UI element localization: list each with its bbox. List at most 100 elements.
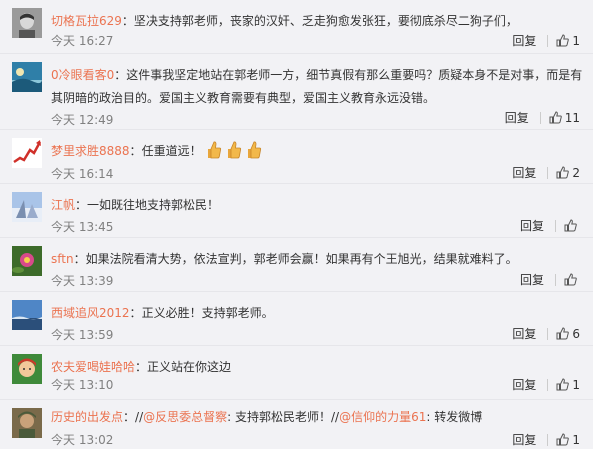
mention-link[interactable]: @信仰的力量61 — [339, 410, 426, 424]
thumbs-up-icon — [205, 140, 222, 160]
comment-content: 任重道远！ — [141, 144, 202, 158]
comment-actions: 回复 2 — [512, 164, 580, 181]
avatar[interactable] — [12, 138, 42, 168]
thumbs-up-icon[interactable] — [556, 327, 570, 340]
reply-button[interactable]: 回复 — [512, 376, 536, 393]
thumbs-up-icon[interactable] — [556, 166, 570, 179]
comment-time: 今天 16:14 — [51, 167, 114, 181]
mention-link[interactable]: @反思委总督察 — [143, 410, 227, 424]
comment-list: 切格瓦拉629：坚决支持郭老师，丧家的汉奸、乏走狗愈发张狂，要彻底杀尽二狗子们，… — [0, 0, 593, 449]
comment-username[interactable]: sftn — [51, 252, 74, 266]
divider — [547, 433, 549, 446]
comment-time: 今天 12:49 — [51, 113, 114, 127]
comment-actions: 回复 11 — [505, 109, 580, 126]
comment-actions: 回复 — [520, 271, 580, 288]
thumbs-up-icon[interactable] — [556, 34, 570, 47]
divider — [547, 327, 549, 340]
comment-item: 历史的出发点：//@反思委总督察: 支持郭松民老师！//@信仰的力量61: 转发… — [0, 400, 593, 449]
avatar[interactable] — [12, 192, 42, 222]
avatar-image — [12, 354, 42, 384]
comment-text: 农夫爱喝娃哈哈：正义站在你这边 — [51, 360, 232, 374]
thumbs-up-icon[interactable] — [549, 111, 562, 124]
avatar[interactable] — [12, 354, 42, 384]
comment-content: 如果法院看清大势，依法宣判，郭老师会赢！如果再有个王旭光，结果就难料了。 — [85, 252, 518, 266]
divider — [555, 273, 556, 286]
comment-item: 切格瓦拉629：坚决支持郭老师，丧家的汉奸、乏走狗愈发张狂，要彻底杀尽二狗子们，… — [0, 0, 593, 54]
thumbs-up-icon[interactable] — [564, 273, 577, 286]
comment-time: 今天 13:45 — [51, 220, 114, 234]
comment-content: 一如既往地支持郭松民！ — [87, 198, 220, 212]
avatar-image — [12, 192, 42, 222]
comment-username[interactable]: 梦里求胜8888 — [51, 144, 130, 158]
comment-time: 今天 13:10 — [51, 378, 114, 392]
comment-item: sftn：如果法院看清大势，依法宣判，郭老师会赢！如果再有个王旭光，结果就难料了… — [0, 238, 593, 292]
comment-content: 正义必胜！支持郭老师。 — [141, 306, 274, 320]
thumbs-up-icon[interactable] — [556, 378, 570, 391]
divider — [547, 34, 549, 47]
like-count[interactable]: 1 — [572, 378, 580, 392]
comment-time: 今天 13:39 — [51, 274, 114, 288]
comment-actions: 回复 1 — [512, 376, 580, 393]
avatar-image — [12, 8, 42, 38]
comment-content: 正义站在你这边 — [147, 360, 232, 374]
reply-button[interactable]: 回复 — [512, 32, 536, 49]
comment-time: 今天 16:27 — [51, 34, 114, 48]
comment-content: //@反思委总督察: 支持郭松民老师！//@信仰的力量61: 转发微博 — [135, 410, 483, 424]
avatar-image — [12, 246, 42, 276]
reply-button[interactable]: 回复 — [505, 109, 529, 126]
comment-actions: 回复 — [520, 217, 580, 234]
reply-button[interactable]: 回复 — [520, 271, 544, 288]
comment-content: 坚决支持郭老师，丧家的汉奸、乏走狗愈发张狂，要彻底杀尽二狗子们， — [133, 14, 518, 28]
avatar-image — [12, 62, 42, 92]
like-count[interactable]: 6 — [572, 327, 580, 341]
comment-text: 梦里求胜8888：任重道远！ — [51, 140, 583, 162]
avatar-image — [12, 300, 42, 330]
comment-username[interactable]: 江帆 — [51, 198, 75, 212]
thumbs-up-icon[interactable] — [564, 219, 577, 232]
divider — [555, 219, 556, 232]
comment-item: 江帆：一如既往地支持郭松民！ 今天 13:45 回复 — [0, 184, 593, 238]
avatar-image — [12, 138, 42, 168]
avatar[interactable] — [12, 62, 42, 92]
divider — [539, 111, 541, 124]
comment-text: 江帆：一如既往地支持郭松民！ — [51, 198, 220, 212]
avatar[interactable] — [12, 8, 42, 38]
comment-time: 今天 13:02 — [51, 433, 114, 447]
comment-actions: 回复 1 — [512, 431, 580, 448]
reply-button[interactable]: 回复 — [512, 325, 536, 342]
comment-item: 梦里求胜8888：任重道远！ 今天 16:14 回复 2 — [0, 130, 593, 184]
avatar[interactable] — [12, 246, 42, 276]
reply-button[interactable]: 回复 — [512, 431, 536, 448]
comment-text: 切格瓦拉629：坚决支持郭老师，丧家的汉奸、乏走狗愈发张狂，要彻底杀尽二狗子们， — [51, 14, 518, 28]
reply-button[interactable]: 回复 — [520, 217, 544, 234]
comment-text: 历史的出发点：//@反思委总督察: 支持郭松民老师！//@信仰的力量61: 转发… — [51, 410, 483, 424]
comment-username[interactable]: 切格瓦拉629 — [51, 14, 122, 28]
comment-time: 今天 13:59 — [51, 328, 114, 342]
like-count[interactable]: 2 — [572, 166, 580, 180]
comment-item: 西域追风2012：正义必胜！支持郭老师。 今天 13:59 回复 6 — [0, 292, 593, 346]
comment-item: 0冷眼看客0：这件事我坚定地站在郭老师一方，细节真假有那么重要吗？质疑本身不是对… — [0, 54, 593, 130]
comment-actions: 回复 1 — [512, 32, 580, 49]
comment-actions: 回复 6 — [512, 325, 580, 342]
avatar[interactable] — [12, 408, 42, 438]
avatar[interactable] — [12, 300, 42, 330]
comment-text: 西域追风2012：正义必胜！支持郭老师。 — [51, 306, 274, 320]
comment-username[interactable]: 农夫爱喝娃哈哈 — [51, 360, 135, 374]
comment-text: 0冷眼看客0：这件事我坚定地站在郭老师一方，细节真假有那么重要吗？质疑本身不是对… — [51, 68, 583, 105]
thumbs-up-icon[interactable] — [556, 433, 570, 446]
thumbs-up-icon — [225, 140, 242, 160]
comment-content: 这件事我坚定地站在郭老师一方，细节真假有那么重要吗？质疑本身不是对事，而是有其阴… — [51, 68, 583, 105]
like-count[interactable]: 11 — [565, 111, 580, 125]
comment-username[interactable]: 历史的出发点 — [51, 410, 123, 424]
comment-username[interactable]: 西域追风2012 — [51, 306, 130, 320]
divider — [547, 166, 549, 179]
like-count[interactable]: 1 — [572, 433, 580, 447]
thumbs-up-icon — [245, 140, 262, 160]
avatar-image — [12, 408, 42, 438]
comment-username[interactable]: 0冷眼看客0 — [51, 68, 114, 82]
reply-button[interactable]: 回复 — [512, 164, 536, 181]
divider — [547, 378, 549, 391]
comment-item: 农夫爱喝娃哈哈：正义站在你这边 今天 13:10 回复 1 — [0, 346, 593, 400]
comment-text: sftn：如果法院看清大势，依法宣判，郭老师会赢！如果再有个王旭光，结果就难料了… — [51, 252, 518, 266]
like-count[interactable]: 1 — [572, 34, 580, 48]
